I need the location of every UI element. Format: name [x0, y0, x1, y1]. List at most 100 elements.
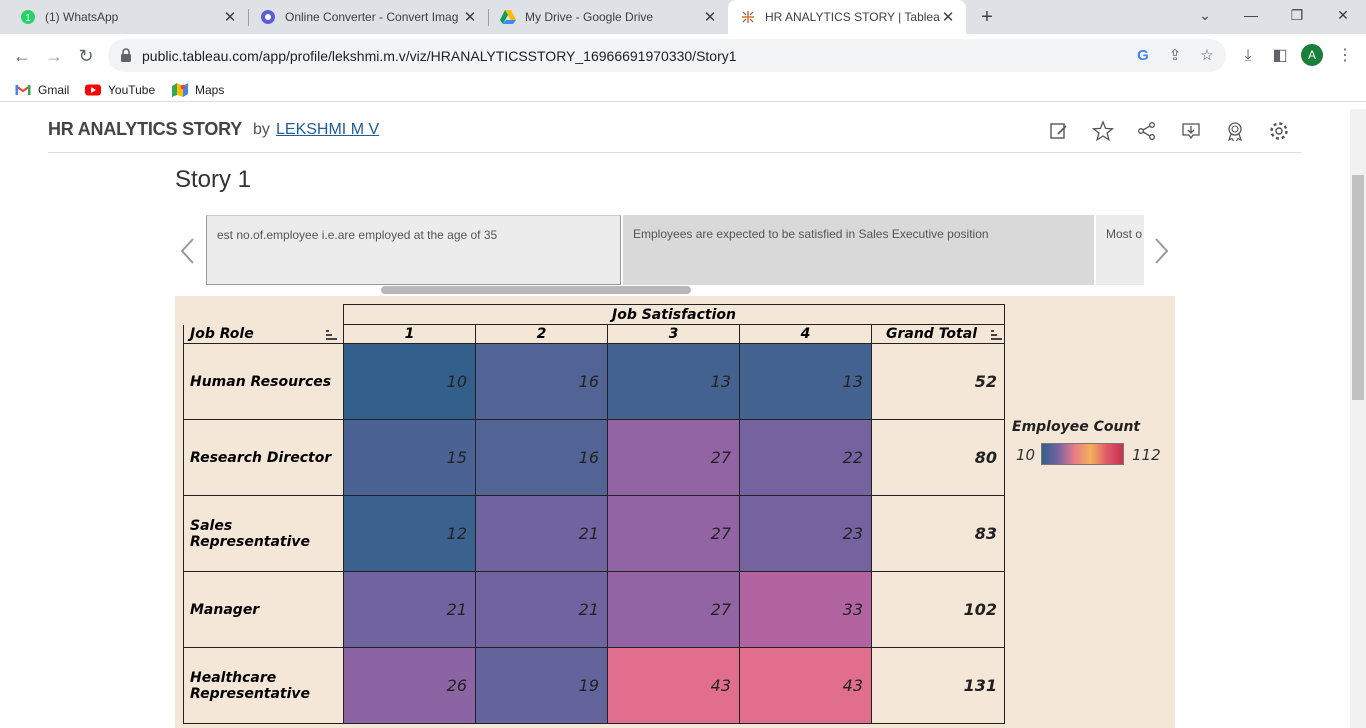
column-header: 1 — [343, 324, 476, 344]
heatmap-cell[interactable]: 15 — [343, 419, 476, 496]
tab-google-drive[interactable]: My Drive - Google Drive ✕ — [488, 0, 728, 34]
tableau-page: HR ANALYTICS STORY by LEKSHMI M V Story … — [0, 109, 1350, 728]
close-icon[interactable]: ✕ — [702, 8, 718, 26]
tab-title: Online Converter - Convert Imag — [285, 10, 459, 24]
bookmark-youtube[interactable]: YouTube — [85, 81, 155, 99]
heatmap-cell[interactable]: 22 — [739, 419, 872, 496]
heatmap-cell[interactable]: 19 — [475, 647, 608, 724]
row-header[interactable]: Job Role — [183, 324, 344, 344]
heatmap-cell[interactable]: 16 — [475, 343, 608, 420]
grand-total-cell[interactable]: 52 — [871, 343, 1005, 420]
page-scrollbar[interactable] — [1350, 109, 1366, 728]
maps-icon — [172, 83, 188, 97]
bookmark-maps[interactable]: Maps — [172, 81, 224, 99]
menu-kebab-icon[interactable]: ⋮ — [1333, 44, 1357, 68]
dashboard: Job Satisfaction Job Role 1 2 3 4 Grand … — [175, 296, 1175, 728]
heatmap-cell[interactable]: 13 — [739, 343, 872, 420]
chevron-right-icon[interactable] — [1151, 236, 1171, 266]
job-role-label: Human Resources — [183, 343, 344, 420]
bookmarks-bar: Gmail YouTube Maps — [0, 78, 1366, 102]
table-row: Sales Representative 12 21 27 23 83 — [183, 495, 1005, 572]
heatmap-cell[interactable]: 13 — [607, 343, 740, 420]
author-link[interactable]: LEKSHMI M V — [276, 121, 379, 139]
story-navigator-scrollbar[interactable] — [381, 286, 691, 294]
legend-min: 10 — [1016, 446, 1036, 464]
close-icon[interactable]: ✕ — [222, 8, 238, 26]
sort-icon[interactable] — [991, 330, 1002, 340]
heatmap-cell[interactable]: 27 — [607, 571, 740, 648]
grand-total-cell[interactable]: 83 — [871, 495, 1005, 572]
grand-total-cell[interactable]: 80 — [871, 419, 1005, 496]
column-header: 2 — [475, 324, 608, 344]
restore-button[interactable]: ❐ — [1274, 0, 1320, 30]
column-header: 3 — [607, 324, 740, 344]
header-divider — [48, 152, 1301, 153]
close-icon[interactable]: ✕ — [462, 8, 478, 26]
lock-icon — [121, 48, 131, 62]
heatmap-cell[interactable]: 10 — [343, 343, 476, 420]
scrollbar-thumb[interactable] — [1352, 175, 1364, 400]
youtube-icon — [85, 84, 101, 96]
back-button[interactable]: ← — [8, 42, 36, 70]
heatmap-cell[interactable]: 21 — [343, 571, 476, 648]
crosstab-body: Human Resources 10 16 13 13 52 Research Direct… — [183, 343, 1005, 724]
google-translate-icon[interactable]: G — [1132, 45, 1154, 67]
forward-button[interactable]: → — [40, 42, 68, 70]
corner-blank — [184, 305, 344, 325]
new-tab-button[interactable]: + — [976, 6, 998, 28]
row-header-label: Job Role — [190, 325, 254, 342]
story-point-selected[interactable]: Employees are expected to be satisfied i… — [623, 215, 1094, 285]
story-point[interactable]: Most o — [1096, 215, 1144, 285]
tab-title: (1) WhatsApp — [45, 10, 119, 24]
svg-text:1: 1 — [25, 13, 31, 24]
badge-icon[interactable] — [1224, 120, 1246, 142]
tab-search-icon[interactable]: ⌄ — [1182, 0, 1228, 30]
sort-icon[interactable] — [326, 329, 337, 340]
chevron-left-icon[interactable] — [178, 236, 198, 266]
grand-total-cell[interactable]: 102 — [871, 571, 1005, 648]
profile-avatar[interactable]: A — [1301, 44, 1323, 66]
heatmap-cell[interactable]: 43 — [739, 647, 872, 724]
legend-title: Employee Count — [1012, 419, 1141, 435]
share-icon[interactable]: ⇪ — [1164, 45, 1186, 67]
favorite-star-icon[interactable] — [1092, 120, 1114, 142]
tab-tableau[interactable]: HR ANALYTICS STORY | Tableau ✕ — [728, 0, 966, 34]
bookmark-star-icon[interactable]: ☆ — [1196, 45, 1218, 67]
table-row: Healthcare Representative 26 19 43 43 131 — [183, 647, 1005, 724]
heatmap-cell[interactable]: 21 — [475, 571, 608, 648]
close-icon[interactable]: ✕ — [940, 8, 956, 26]
heatmap-cell[interactable]: 27 — [607, 419, 740, 496]
grand-total-header[interactable]: Grand Total — [871, 324, 1005, 344]
settings-gear-icon[interactable] — [1268, 120, 1290, 142]
heatmap-cell[interactable]: 21 — [475, 495, 608, 572]
side-panel-icon[interactable]: ◧ — [1268, 44, 1292, 68]
job-role-label: Sales Representative — [183, 495, 344, 572]
download-icon[interactable]: ⤓ — [1236, 44, 1260, 68]
download-icon[interactable] — [1180, 120, 1202, 142]
tab-whatsapp[interactable]: 1 (1) WhatsApp ✕ — [8, 0, 248, 34]
heatmap-cell[interactable]: 27 — [607, 495, 740, 572]
bookmark-label: YouTube — [108, 83, 156, 97]
job-role-label: Healthcare Representative — [183, 647, 344, 724]
share-icon[interactable] — [1136, 120, 1158, 142]
tab-online-converter[interactable]: Online Converter - Convert Imag ✕ — [248, 0, 488, 34]
address-bar[interactable]: public.tableau.com/app/profile/lekshmi.m… — [108, 39, 1226, 72]
grand-total-cell[interactable]: 131 — [871, 647, 1005, 724]
heatmap-cell[interactable]: 26 — [343, 647, 476, 724]
reload-button[interactable]: ↻ — [72, 42, 100, 70]
whatsapp-icon: 1 — [21, 10, 35, 24]
heatmap-cell[interactable]: 43 — [607, 647, 740, 724]
column-group-header: Job Satisfaction — [343, 304, 1005, 325]
column-header: 4 — [739, 324, 872, 344]
heatmap-cell[interactable]: 12 — [343, 495, 476, 572]
minimize-button[interactable]: — — [1228, 0, 1274, 30]
legend-gradient — [1041, 443, 1124, 465]
story-point[interactable]: est no.of.employee i.e.are employed at t… — [206, 215, 621, 285]
close-window-button[interactable]: ✕ — [1320, 0, 1366, 30]
heatmap-cell[interactable]: 23 — [739, 495, 872, 572]
converter-icon — [261, 10, 275, 24]
bookmark-gmail[interactable]: Gmail — [15, 81, 69, 99]
edit-viz-icon[interactable] — [1048, 120, 1070, 142]
heatmap-cell[interactable]: 16 — [475, 419, 608, 496]
heatmap-cell[interactable]: 33 — [739, 571, 872, 648]
